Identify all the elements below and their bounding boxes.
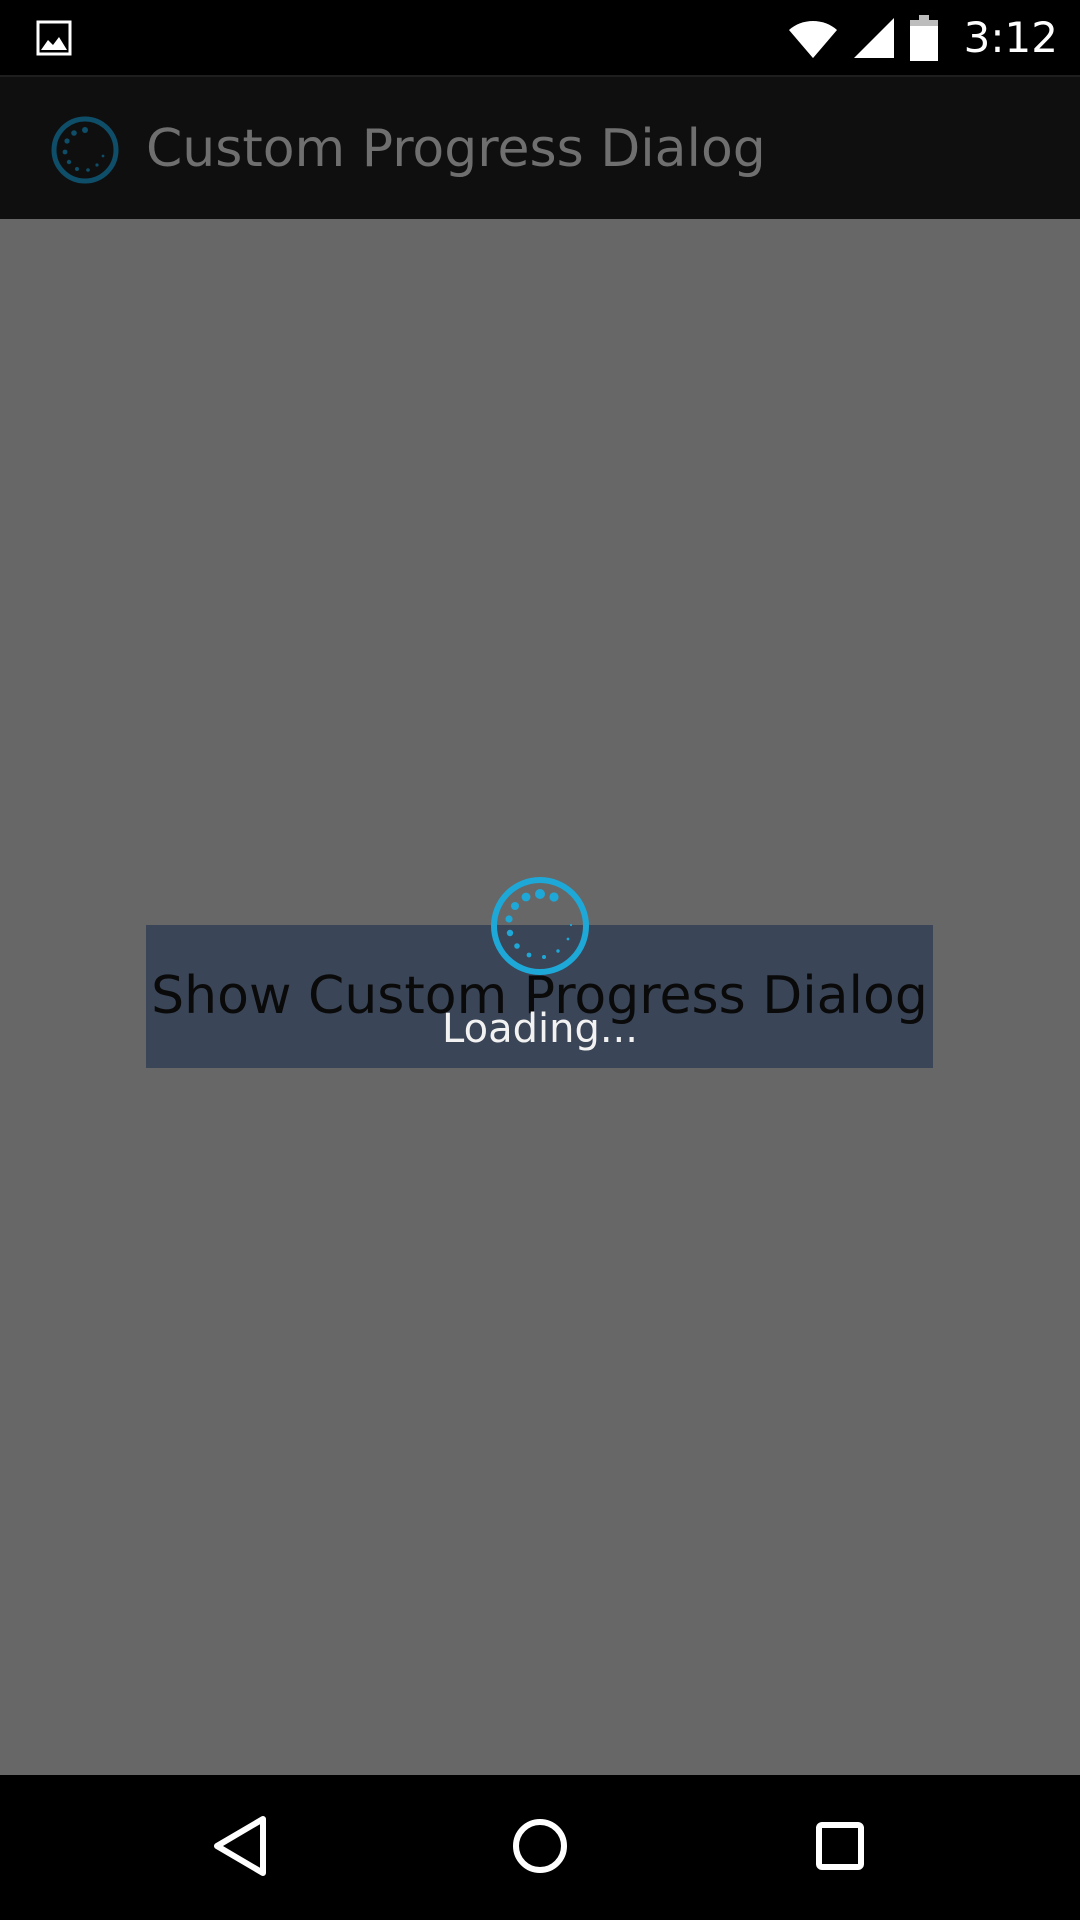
back-triangle-icon[interactable]: [195, 1801, 285, 1891]
app-bar: Custom Progress Dialog: [0, 75, 1080, 219]
image-icon: [36, 20, 72, 56]
spinner-logo-icon: [51, 116, 119, 184]
recents-square-icon[interactable]: [795, 1801, 885, 1891]
content-area: Show Custom Progress Dialog Loading...: [0, 219, 1080, 1775]
screen: 3:12 Custom Progress Dialog Show Custom …: [0, 0, 1080, 1920]
status-bar: 3:12: [0, 0, 1080, 75]
app-title: Custom Progress Dialog: [146, 119, 766, 179]
progress-spinner-icon: [491, 877, 589, 975]
status-icons: 3:12: [788, 0, 1058, 75]
wifi-icon: [788, 20, 837, 58]
cell-signal-icon: [853, 17, 894, 58]
status-time: 3:12: [963, 13, 1058, 62]
loading-message: Loading...: [442, 1006, 638, 1052]
home-circle-icon[interactable]: [495, 1801, 585, 1891]
battery-icon: [909, 14, 938, 61]
nav-bar: [0, 1775, 1080, 1920]
